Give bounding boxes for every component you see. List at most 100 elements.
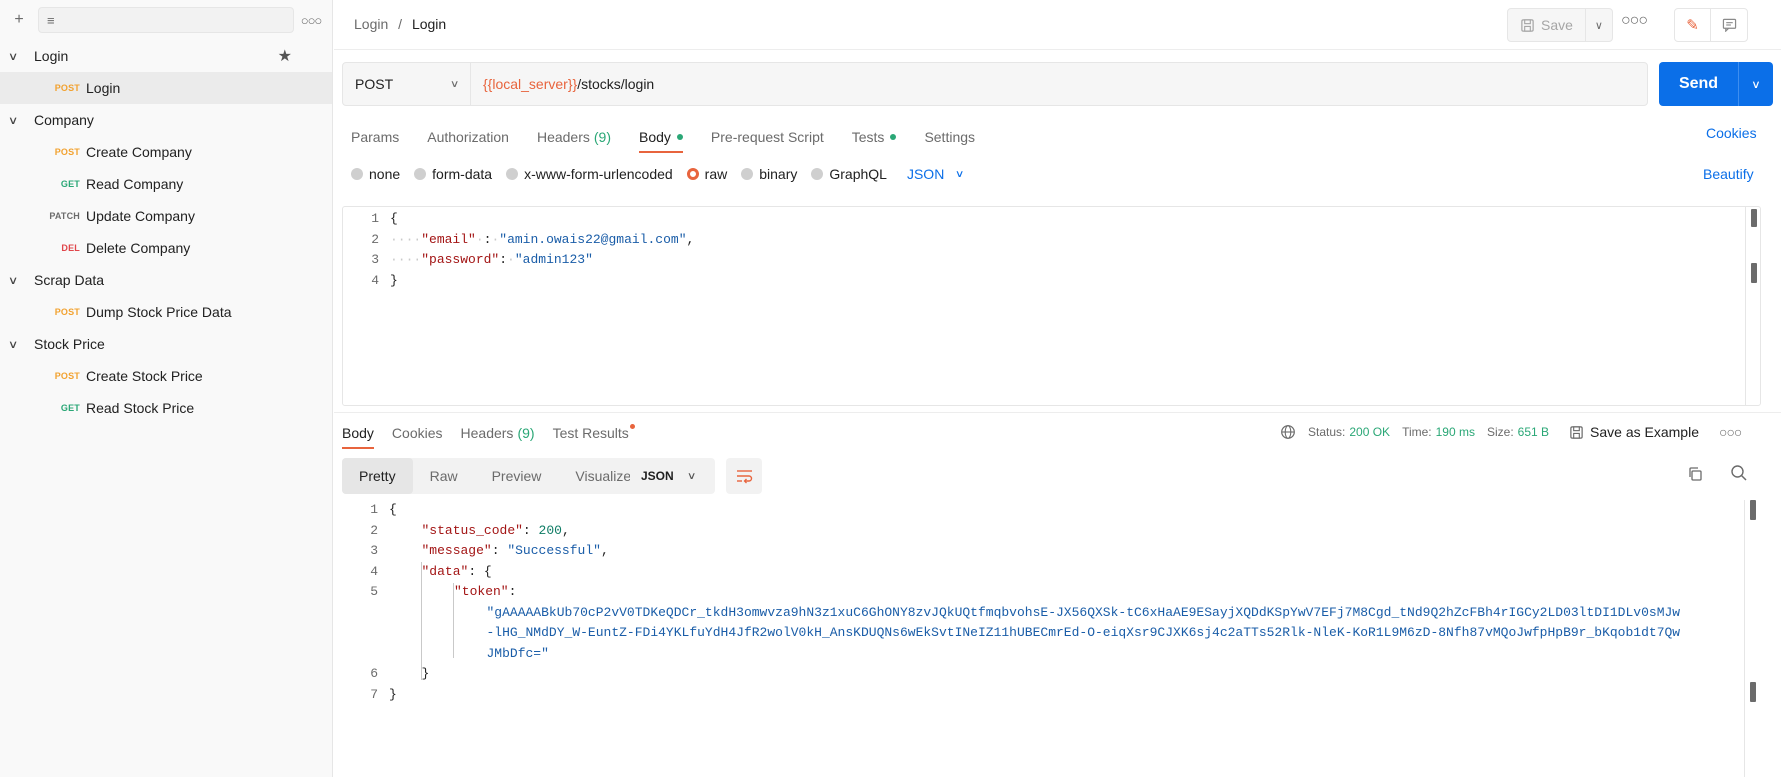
wrap-lines-icon[interactable] [726, 458, 762, 494]
tab-pre-request-script[interactable]: Pre-request Script [711, 122, 824, 152]
send-button[interactable]: Send [1659, 62, 1739, 106]
request-dump-stock-price-data[interactable]: POST Dump Stock Price Data [0, 296, 332, 328]
request-update-company[interactable]: PATCH Update Company [0, 200, 332, 232]
copy-icon[interactable] [1687, 466, 1703, 487]
more-horizontal-icon[interactable]: ○○○ [300, 9, 323, 31]
radio-label: x-www-form-urlencoded [524, 166, 673, 182]
view-pretty-button[interactable]: Pretty [342, 458, 413, 494]
more-horizontal-icon[interactable]: ○○○ [1621, 12, 1648, 30]
time-value: 190 ms [1435, 425, 1475, 439]
json-number: 200 [538, 522, 562, 538]
chevron-down-icon[interactable]: ∨ [8, 114, 26, 127]
response-tab-body[interactable]: Body [342, 418, 374, 449]
comment-icon[interactable] [1711, 9, 1747, 41]
cookies-link[interactable]: Cookies [1706, 125, 1757, 141]
filter-icon: ≡ [47, 12, 55, 28]
tab-label: Test Results [552, 425, 629, 441]
request-delete-company[interactable]: DEL Delete Company [0, 232, 332, 264]
whitespace-marker: · [475, 231, 484, 247]
response-tab-test-results[interactable]: Test Results [553, 418, 635, 448]
json-string: -lHG_NMdDY_W-EuntZ-FDi4YKLfuYdH4JfR2wolV… [486, 625, 1681, 640]
folder-name: Login [34, 48, 69, 64]
search-icon[interactable] [1730, 464, 1748, 487]
breadcrumb-parent[interactable]: Login [354, 16, 388, 32]
response-body-viewer[interactable]: 1 {2 "status_code": 200, 3 "message": "Succe… [342, 500, 1761, 777]
response-tab-headers[interactable]: Headers (9) [461, 418, 535, 448]
tab-body[interactable]: Body [639, 122, 683, 153]
line-number: 4 [370, 563, 378, 579]
radio-binary[interactable]: binary [741, 166, 797, 182]
request-login[interactable]: POST Login [0, 72, 332, 104]
radio-x-www-form-urlencoded[interactable]: x-www-form-urlencoded [506, 166, 673, 182]
pane-divider[interactable] [334, 412, 1781, 413]
json-punctuation: { [389, 502, 397, 517]
method-select[interactable]: POST ∨ [343, 63, 471, 105]
radio-none[interactable]: none [351, 166, 400, 182]
response-format-select[interactable]: JSON ∨ [630, 458, 715, 494]
radio-circle [741, 168, 754, 180]
tab-label: Settings [924, 129, 976, 145]
scrollbar[interactable] [1750, 500, 1756, 520]
tab-authorization[interactable]: Authorization [427, 122, 509, 152]
request-create-company[interactable]: POST Create Company [0, 136, 332, 168]
view-raw-button[interactable]: Raw [413, 458, 475, 494]
scrollbar[interactable] [1751, 209, 1757, 227]
view-preview-button[interactable]: Preview [475, 458, 559, 494]
url-input[interactable]: {{local_server}}/stocks/login [471, 63, 1647, 105]
method-badge: POST [54, 371, 80, 381]
tab-params[interactable]: Params [351, 122, 399, 152]
save-button[interactable]: Save [1508, 9, 1586, 41]
json-punctuation: } [421, 666, 430, 681]
json-key: "email" [421, 231, 476, 247]
radio-circle [351, 168, 363, 180]
breadcrumb-current[interactable]: Login [412, 16, 446, 32]
status-value: 200 OK [1349, 425, 1391, 439]
chevron-down-icon[interactable]: ∨ [8, 50, 26, 63]
request-body-editor[interactable]: 1{2 ····"email"·:·"amin.owais22@gmail.com… [342, 206, 1761, 406]
save-as-example-button[interactable]: Save as Example [1569, 424, 1699, 440]
request-read-company[interactable]: GET Read Company [0, 168, 332, 200]
radio-label: binary [759, 166, 798, 182]
radio-circle [414, 168, 427, 180]
url-bar: POST ∨ {{local_server}}/stocks/login [342, 62, 1648, 106]
request-name: Update Company [86, 208, 195, 224]
body-type-options: none form-data x-www-form-urlencoded raw bin… [351, 164, 965, 184]
globe-icon[interactable] [1280, 424, 1296, 440]
scrollbar-thumb[interactable] [1750, 682, 1756, 702]
tab-settings[interactable]: Settings [924, 122, 975, 152]
radio-label: none [369, 166, 401, 182]
request-read-stock-price[interactable]: GET Read Stock Price [0, 392, 332, 424]
collections-sidebar: + ≡ ○○○ ∨ Login ★ POST Login ∨ Company POST Crea… [0, 0, 333, 777]
more-horizontal-icon[interactable]: ○○○ [1719, 424, 1742, 440]
size-readout[interactable]: Size: 651 B [1487, 425, 1549, 439]
folder-stock-price[interactable]: ∨ Stock Price [0, 328, 332, 360]
star-icon[interactable]: ★ [278, 46, 292, 66]
chevron-down-icon[interactable]: ∨ [8, 274, 26, 287]
whitespace-marker: ···· [390, 231, 422, 247]
status-dot [890, 134, 897, 140]
tab-tests[interactable]: Tests [852, 122, 897, 152]
folder-login[interactable]: ∨ Login ★ [0, 40, 332, 72]
status-readout[interactable]: Status: 200 OK [1308, 425, 1390, 439]
folder-scrap-data[interactable]: ∨ Scrap Data [0, 264, 332, 296]
body-language-select[interactable]: JSON ∨ [907, 166, 965, 182]
request-create-stock-price[interactable]: POST Create Stock Price [0, 360, 332, 392]
radio-form-data[interactable]: form-data [414, 166, 492, 182]
plus-icon[interactable]: + [8, 9, 30, 31]
response-tab-cookies[interactable]: Cookies [392, 418, 443, 448]
radio-raw[interactable]: raw [686, 166, 727, 182]
size-label: Size: [1486, 425, 1514, 439]
method-badge: DEL [61, 243, 80, 253]
chevron-down-icon[interactable]: ∨ [1736, 62, 1777, 106]
tab-headers[interactable]: Headers (9) [537, 122, 611, 152]
beautify-link[interactable]: Beautify [1703, 166, 1754, 182]
radio-graphql[interactable]: GraphQL [811, 166, 887, 182]
chevron-down-icon[interactable]: ∨ [8, 338, 26, 351]
scrollbar-thumb[interactable] [1751, 263, 1757, 283]
chevron-down-icon[interactable]: ∨ [1586, 9, 1612, 41]
folder-company[interactable]: ∨ Company [0, 104, 332, 136]
pencil-icon[interactable]: ✎ [1675, 9, 1711, 41]
status-dot [676, 134, 683, 140]
filter-input[interactable]: ≡ [38, 7, 294, 33]
time-readout[interactable]: Time: 190 ms [1402, 425, 1475, 439]
